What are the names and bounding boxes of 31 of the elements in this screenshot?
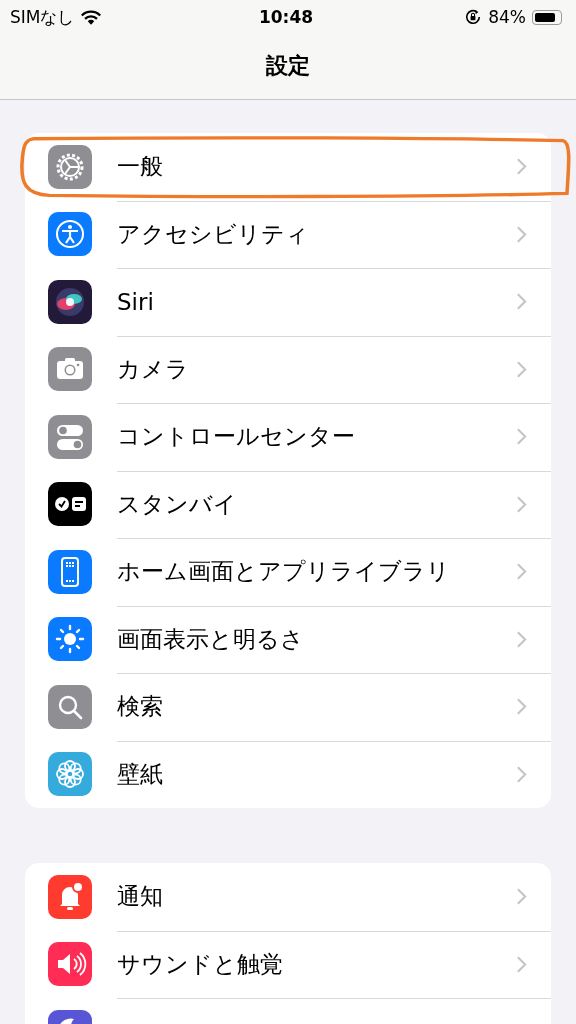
chevron-icon [516,157,527,177]
settings-row[interactable]: サウンドと触覚 [25,930,551,998]
chevron-icon [516,764,527,784]
wifi-icon [80,8,103,26]
chevron-icon [516,562,527,582]
settings-row[interactable]: コントロールセンター [25,403,551,471]
settings-row[interactable]: 一般 [25,133,551,201]
settings-row[interactable]: スタンバイ [25,470,551,538]
carrier-label: SIMなし [10,5,75,29]
settings-row[interactable]: 検索 [25,673,551,741]
chevron-icon [516,292,527,312]
settings-row[interactable]: アクセシビリティ [25,200,551,268]
settings-row[interactable]: Siri [25,268,551,336]
chevron-icon [516,494,527,514]
chevron-icon [516,427,527,447]
time-label: 10:48 [258,7,314,27]
chevron-icon [516,359,527,379]
settings-row[interactable]: 壁紙 [25,740,551,808]
settings-row[interactable]: ホーム画面とアプリライブラリ [25,538,551,606]
settings-row[interactable]: 画面表示と明るさ [25,605,551,673]
settings-row[interactable]: 通知 [25,863,551,931]
page-title: 設定 [266,51,310,80]
battery-percent: 84% [488,7,526,27]
chevron-icon [516,887,527,907]
chevron-icon [516,224,527,244]
rotation-lock-icon [464,8,483,26]
chevron-icon [516,697,527,717]
chevron-icon [516,954,527,974]
battery-icon [532,9,562,25]
settings-row[interactable]: カメラ [25,335,551,403]
chevron-icon [516,629,527,649]
